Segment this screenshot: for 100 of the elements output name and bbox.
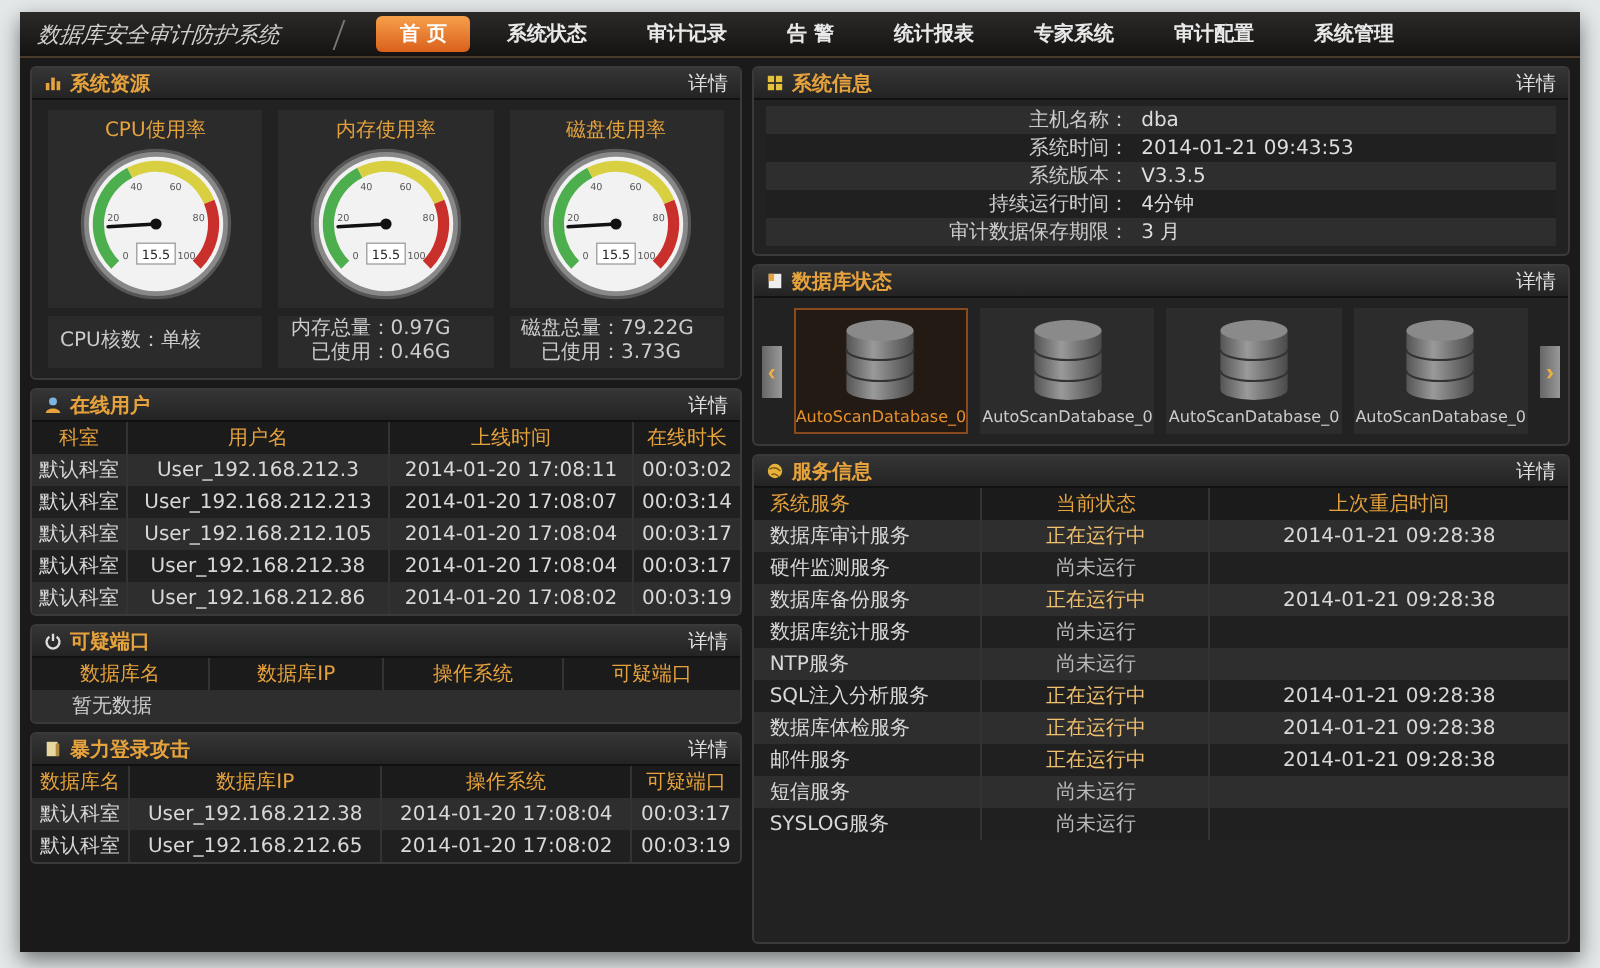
info-text: 已使用：0.46G (308, 342, 453, 366)
table-cell: 2014-01-21 09:28:38 (1283, 717, 1496, 739)
info-text: 磁盘总量：79.22G (521, 318, 696, 342)
table-cell: 数据库体检服务 (753, 712, 982, 744)
table-cell: 00:03:17 (631, 798, 740, 830)
table-cell: 2014-01-21 09:28:38 (1283, 685, 1496, 707)
panel-title: 服务信息 (791, 459, 872, 485)
nav-tab[interactable]: 告 警 (762, 16, 858, 52)
table-cell: 00:03:02 (633, 454, 740, 486)
column-header: 上线时间 (388, 422, 634, 454)
database-card[interactable]: AutoScanDatabase_0 (793, 308, 969, 434)
status-cell: 正在运行中 (981, 584, 1210, 616)
column-header: 在线时长 (633, 422, 740, 454)
database-name: AutoScanDatabase_0 (982, 408, 1153, 426)
gauge-needle (105, 222, 157, 229)
detail-link[interactable]: 详情 (687, 69, 728, 97)
table-cell: 默认科室 (32, 830, 130, 862)
table-cell: 2014-01-21 09:28:38 (1283, 749, 1496, 771)
panel-title: 暴力登录攻击 (70, 737, 190, 763)
detail-link[interactable]: 详情 (687, 627, 728, 655)
status-cell: 尚未运行 (981, 648, 1210, 680)
table-cell: SQL注入分析服务 (753, 680, 982, 712)
table-cell: 硬件监测服务 (753, 552, 982, 584)
status-cell: 尚未运行 (981, 808, 1210, 840)
nav-tab[interactable]: 审计配置 (1149, 16, 1278, 52)
detail-link[interactable]: 详情 (687, 391, 728, 419)
grid-icon (765, 74, 784, 92)
panel-title: 系统信息 (791, 71, 872, 97)
app-title: 数据库安全审计防护系统 (14, 19, 346, 49)
table-cell: 2014-01-20 17:08:07 (388, 486, 634, 518)
nav-tab[interactable]: 系统状态 (482, 16, 611, 52)
needle-hub-icon (610, 218, 622, 230)
table-cell: User_192.168.212.86 (127, 582, 389, 614)
status-cell: 正在运行中 (981, 520, 1210, 552)
table-cell: 00:03:17 (633, 550, 740, 582)
panel-title: 在线用户 (70, 392, 150, 419)
table-cell: 默认科室 (32, 454, 128, 486)
info-text: 已使用：3.73G (539, 342, 684, 366)
nav-tab[interactable]: 专家系统 (1009, 16, 1138, 52)
table-cell: 邮件服务 (753, 744, 982, 776)
table-cell: 2014-01-20 17:08:04 (388, 550, 634, 582)
table-cell: 默认科室 (32, 798, 130, 830)
table-cell: 数据库备份服务 (753, 584, 982, 616)
panel-title: 数据库状态 (791, 268, 892, 295)
detail-link[interactable]: 详情 (687, 735, 728, 763)
nav-tab[interactable]: 统计报表 (869, 16, 998, 52)
table-cell: User_192.168.212.65 (129, 830, 382, 862)
table-cell: User_192.168.212.38 (127, 550, 389, 582)
table-cell: 00:03:19 (633, 582, 740, 614)
column-header: 数据库IP (208, 658, 384, 690)
database-card[interactable]: AutoScanDatabase_0 (1166, 308, 1342, 434)
field-label: 审计数据保存期限： (947, 219, 1130, 246)
needle-hub-icon (380, 218, 392, 230)
table-cell: 00:03:17 (633, 518, 740, 550)
column-header: 用户名 (127, 422, 389, 454)
field-value: 3 月 (1139, 220, 1183, 246)
column-header: 科室 (32, 422, 128, 454)
database-card[interactable]: AutoScanDatabase_0 (980, 308, 1155, 434)
table-cell: User_192.168.212.38 (129, 798, 382, 830)
field-label: 持续运行时间： (987, 191, 1130, 218)
column-header: 可疑端口 (562, 658, 740, 690)
field-value: 4分钟 (1139, 191, 1196, 218)
table-cell: 默认科室 (32, 486, 128, 518)
power-icon (44, 632, 62, 650)
info-text: 内存总量：0.97G (290, 318, 453, 342)
detail-link[interactable]: 详情 (1516, 267, 1556, 295)
book-icon (44, 740, 62, 758)
column-header: 系统服务 (753, 488, 982, 520)
table-cell: 00:03:19 (631, 830, 740, 862)
nav-tab[interactable]: 审计记录 (622, 16, 751, 52)
field-label: 主机名称： (1027, 107, 1130, 134)
needle-hub-icon (149, 218, 161, 230)
info-text: CPU核数：单核 (60, 330, 203, 354)
detail-link[interactable]: 详情 (1516, 457, 1556, 485)
column-header: 数据库名 (32, 658, 209, 690)
table-cell: 2014-01-21 09:28:38 (1283, 589, 1496, 611)
gauge-title: CPU使用率 (104, 117, 206, 144)
empty-message: 暂无数据 (70, 696, 152, 718)
field-label: 系统时间： (1027, 135, 1130, 162)
column-header: 操作系统 (381, 766, 632, 798)
gauge-title: 磁盘使用率 (566, 117, 667, 144)
table-cell: 默认科室 (32, 582, 128, 614)
database-name: AutoScanDatabase_0 (795, 408, 967, 426)
status-cell: 正在运行中 (981, 744, 1210, 776)
table-cell: 2014-01-20 17:08:04 (381, 798, 632, 830)
table-cell: SYSLOG服务 (753, 808, 982, 840)
status-cell: 尚未运行 (981, 776, 1210, 808)
nav-tab[interactable]: 系统管理 (1289, 16, 1418, 52)
table-cell: 2014-01-20 17:08:02 (388, 582, 634, 614)
status-cell: 尚未运行 (981, 552, 1210, 584)
table-cell: 2014-01-20 17:08:11 (388, 454, 634, 486)
detail-link[interactable]: 详情 (1516, 69, 1556, 97)
column-header: 当前状态 (981, 488, 1210, 520)
status-cell: 尚未运行 (981, 616, 1210, 648)
document-icon (765, 272, 784, 290)
column-header: 上次重启时间 (1209, 488, 1568, 520)
field-value: V3.3.5 (1139, 165, 1208, 187)
column-header: 数据库名 (32, 766, 130, 798)
database-card[interactable]: AutoScanDatabase_0 (1353, 308, 1528, 434)
database-name: AutoScanDatabase_0 (1355, 408, 1526, 426)
